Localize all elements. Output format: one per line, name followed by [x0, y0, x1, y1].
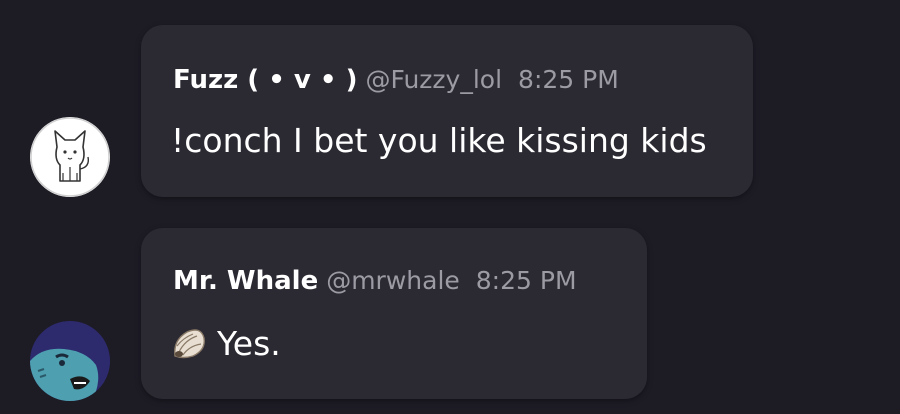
- timestamp: 8:25 PM: [475, 266, 577, 295]
- author-name[interactable]: Mr. Whale: [173, 266, 318, 296]
- avatar-fuzz[interactable]: [30, 117, 110, 197]
- author-handle[interactable]: @Fuzzy_lol: [365, 65, 502, 94]
- author-name[interactable]: Fuzz ( • v • ): [173, 65, 357, 95]
- avatar-mr-whale[interactable]: [30, 321, 110, 401]
- message-text: !conch I bet you like kissing kids: [171, 121, 707, 160]
- message-header: Mr. Whale @mrwhale 8:25 PM: [173, 266, 577, 299]
- message-bubble: Mr. Whale @mrwhale 8:25 PM Yes.: [141, 228, 647, 399]
- message-bubble: Fuzz ( • v • ) @Fuzzy_lol 8:25 PM !conch I…: [141, 25, 753, 197]
- message-text: Yes.: [217, 324, 281, 363]
- shell-emoji-icon: [171, 326, 207, 369]
- timestamp: 8:25 PM: [518, 65, 619, 94]
- whale-avatar-icon: [30, 321, 110, 401]
- author-handle[interactable]: @mrwhale: [326, 266, 460, 295]
- message-text-row: Yes.: [171, 324, 281, 369]
- message-header: Fuzz ( • v • ) @Fuzzy_lol 8:25 PM: [173, 65, 619, 98]
- cat-avatar-icon: [30, 117, 110, 197]
